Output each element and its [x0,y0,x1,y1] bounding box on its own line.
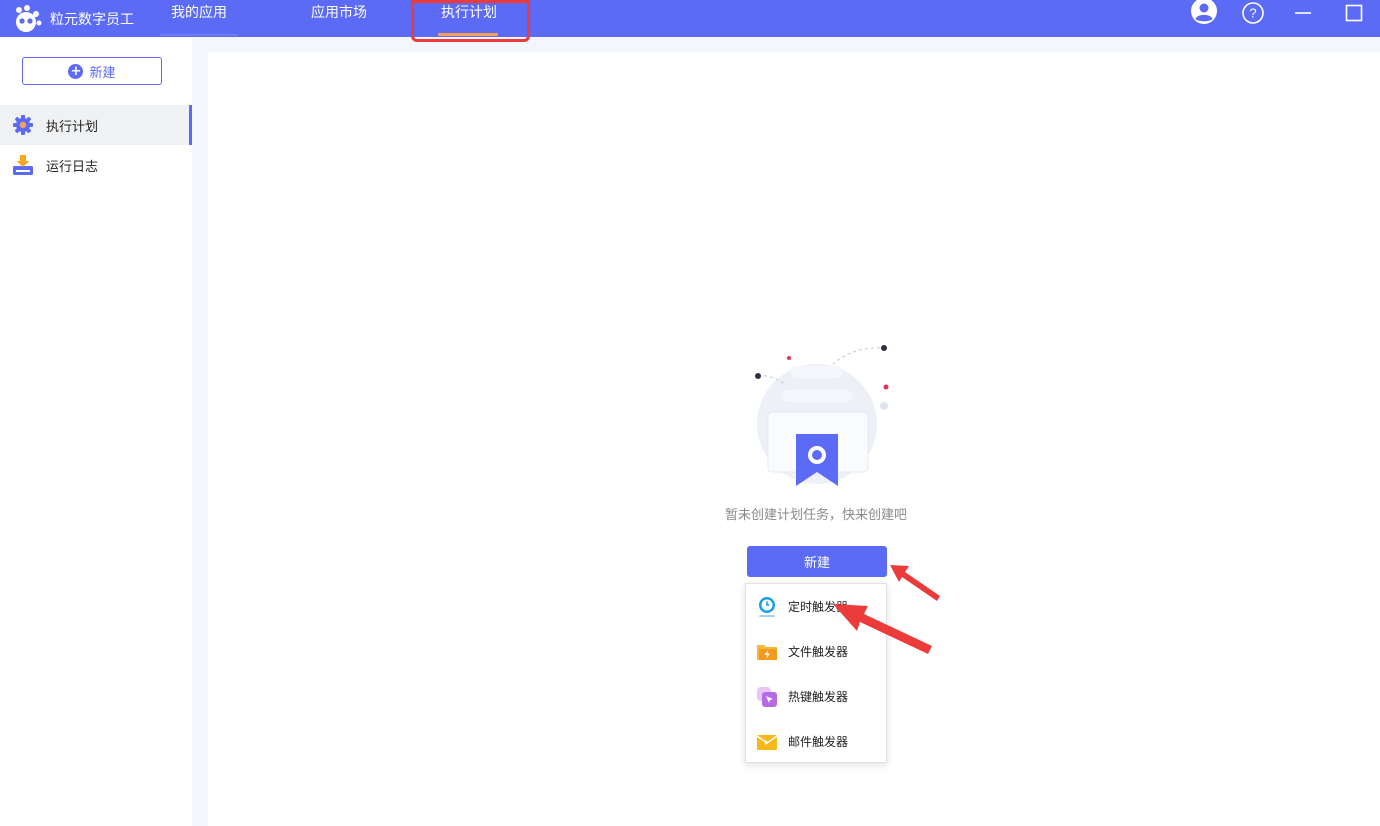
app-logo-icon [16,4,42,32]
empty-state-illustration [755,345,889,486]
sidebar: + 新建 执行计划 运行日志 [0,37,192,826]
app-name: 粒元数字员工 [50,11,134,28]
highlight-box-top [411,0,530,3]
user-icon [1191,0,1217,24]
menu-item-label: 邮件触发器 [788,735,849,749]
sidebar-item-label: 执行计划 [46,119,99,135]
tab-execution-plan[interactable]: 执行计划 [441,0,497,37]
menu-item-label: 热键触发器 [788,690,849,704]
menu-item-timer-trigger[interactable]: 定时触发器 [746,584,886,629]
active-tab-indicator [438,33,498,36]
sidebar-item-label: 运行日志 [46,159,99,175]
svg-text:?: ? [1249,6,1256,21]
hotkey-cursor-icon [756,686,778,708]
menu-item-label: 文件触发器 [788,645,849,659]
sidebar-new-label: 新建 [89,65,116,81]
mail-icon [756,731,778,753]
tab-my-apps-indicator [160,34,238,36]
menu-item-file-trigger[interactable]: 文件触发器 [746,629,886,674]
help-icon: ? [1242,2,1264,24]
top-bar: 粒元数字员工 我的应用 应用市场 执行计划 ? [0,0,1380,37]
minimize-button[interactable] [1290,0,1316,26]
empty-state-message: 暂未创建计划任务，快来创建吧 [724,508,907,523]
tab-my-apps[interactable]: 我的应用 [171,0,227,37]
menu-item-mail-trigger[interactable]: 邮件触发器 [746,719,886,764]
tab-app-market[interactable]: 应用市场 [311,0,367,37]
clock-icon [756,596,778,618]
brand: 粒元数字员工 [12,0,134,37]
maximize-button[interactable] [1341,0,1367,26]
plus-icon: + [68,63,84,79]
sidebar-item-run-log[interactable]: 运行日志 [0,145,192,185]
minimize-icon [1295,12,1311,14]
sidebar-item-execution-plan[interactable]: 执行计划 [0,105,192,145]
folder-lightning-icon [756,641,778,663]
maximize-icon [1345,4,1363,22]
download-tray-icon [13,155,33,175]
menu-item-hotkey-trigger[interactable]: 热键触发器 [746,674,886,719]
trigger-dropdown-menu: 定时触发器 文件触发器 热键触发器 邮件触发器 [745,583,887,763]
menu-item-label: 定时触发器 [788,600,849,614]
gear-icon [13,115,33,135]
help-button[interactable]: ? [1240,0,1266,26]
sidebar-new-button[interactable]: + 新建 [22,57,162,85]
new-plan-button[interactable]: 新建 [747,546,887,577]
user-button[interactable] [1188,0,1220,26]
